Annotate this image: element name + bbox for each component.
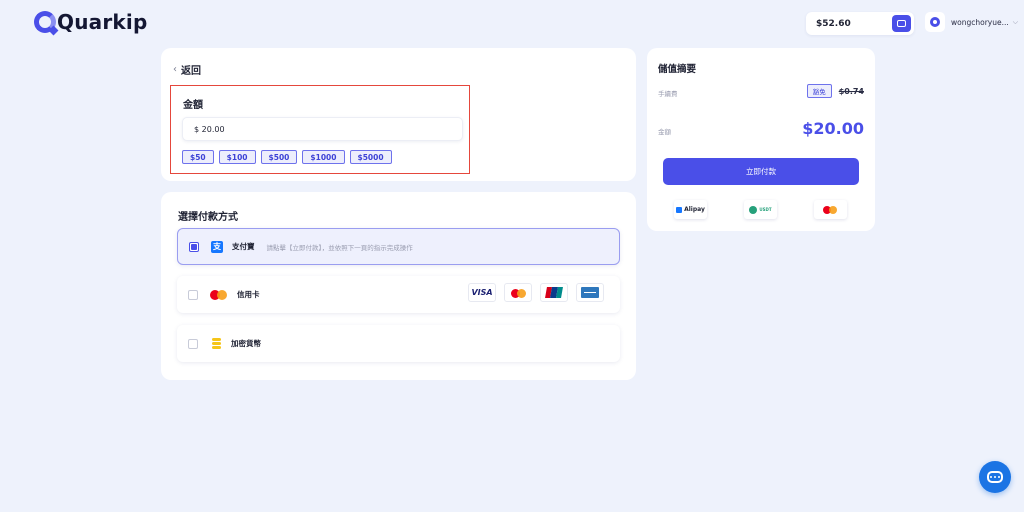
back-link[interactable]: ‹ 返回 bbox=[173, 62, 201, 77]
summary-amount-label: 金額 bbox=[658, 128, 671, 136]
summary-amount-value: $20.00 bbox=[802, 119, 864, 138]
credit-card-checkbox[interactable] bbox=[188, 289, 198, 300]
crypto-checkbox[interactable] bbox=[188, 338, 198, 349]
brand-name: Quarkip bbox=[57, 10, 148, 34]
payment-title: 選擇付款方式 bbox=[178, 212, 238, 223]
alipay-logo-text: Alipay bbox=[684, 206, 705, 213]
amount-card: ‹ 返回 金額 $ 20.00 $50 $100 $500 $1000 $500… bbox=[161, 48, 636, 181]
fee-original-price: $0.74 bbox=[838, 86, 864, 96]
visa-logo-icon: VISA bbox=[468, 283, 496, 302]
user-menu[interactable]: wongchoryue... ⌵ bbox=[925, 12, 1018, 32]
mastercard-logo-icon bbox=[814, 200, 847, 219]
avatar-logo-icon bbox=[930, 17, 940, 27]
wallet-icon bbox=[897, 20, 906, 27]
preset-100-button[interactable]: $100 bbox=[218, 150, 256, 164]
payment-method-logos: Alipay USDT bbox=[674, 200, 847, 219]
preset-1000-button[interactable]: $1000 bbox=[302, 150, 345, 164]
unionpay-logo-icon bbox=[540, 283, 568, 302]
top-up-summary-card: 儲值摘要 手續費 豁免 $0.74 金額 $20.00 立即付款 Alipay … bbox=[647, 48, 875, 231]
checkbox-checked-icon bbox=[191, 243, 197, 250]
amount-section: 金額 $ 20.00 $50 $100 $500 $1000 $5000 bbox=[170, 85, 470, 174]
amount-title: 金額 bbox=[183, 100, 203, 111]
mastercard-icon bbox=[210, 289, 228, 301]
username[interactable]: wongchoryue... bbox=[951, 18, 1009, 27]
alipay-checkbox[interactable] bbox=[189, 241, 199, 252]
back-label: 返回 bbox=[181, 66, 201, 77]
amex-logo-icon bbox=[576, 283, 604, 302]
quarkip-logo-icon bbox=[34, 11, 56, 33]
avatar[interactable] bbox=[925, 12, 945, 32]
usdt-logo-text: USDT bbox=[759, 207, 772, 212]
amount-input[interactable]: $ 20.00 bbox=[182, 117, 463, 141]
fee-waived-badge: 豁免 bbox=[806, 84, 832, 98]
payment-option-credit-card[interactable]: 信用卡 VISA bbox=[177, 276, 620, 313]
preset-50-button[interactable]: $50 bbox=[182, 150, 214, 164]
alipay-logo-icon: Alipay bbox=[674, 200, 707, 219]
usdt-logo-icon: USDT bbox=[744, 200, 777, 219]
credit-card-label: 信用卡 bbox=[237, 290, 260, 299]
summary-title: 儲值摘要 bbox=[658, 64, 697, 75]
payment-option-alipay[interactable]: 支 支付寶 請點擊【立即付款】，並依照下一頁的指示完成操作 bbox=[177, 228, 620, 265]
card-brand-logos: VISA bbox=[468, 283, 604, 302]
wallet-button[interactable] bbox=[892, 15, 911, 32]
alipay-label: 支付寶 bbox=[232, 242, 255, 251]
chevron-left-icon: ‹ bbox=[173, 64, 177, 75]
balance-widget: $52.60 bbox=[806, 12, 914, 35]
alipay-icon: 支 bbox=[211, 240, 223, 253]
payment-option-crypto[interactable]: 加密貨幣 bbox=[177, 325, 620, 362]
payment-method-card: 選擇付款方式 支 支付寶 請點擊【立即付款】，並依照下一頁的指示完成操作 信用卡… bbox=[161, 192, 636, 380]
chat-support-button[interactable] bbox=[979, 461, 1011, 493]
preset-500-button[interactable]: $500 bbox=[260, 150, 298, 164]
coin-stack-icon bbox=[210, 338, 222, 350]
preset-5000-button[interactable]: $5000 bbox=[349, 150, 392, 164]
balance-amount: $52.60 bbox=[816, 18, 851, 29]
fee-label: 手續費 bbox=[658, 90, 678, 98]
mastercard-logo-icon bbox=[504, 283, 532, 302]
brand-logo[interactable]: Quarkip bbox=[34, 10, 147, 34]
pay-now-button[interactable]: 立即付款 bbox=[663, 158, 859, 185]
alipay-description: 請點擊【立即付款】，並依照下一頁的指示完成操作 bbox=[266, 243, 413, 252]
chat-bubble-icon bbox=[987, 471, 1003, 483]
fee-value: 豁免 $0.74 bbox=[806, 84, 864, 98]
chevron-down-icon[interactable]: ⌵ bbox=[1013, 18, 1018, 27]
amount-presets: $50 $100 $500 $1000 $5000 bbox=[182, 150, 392, 164]
crypto-label: 加密貨幣 bbox=[231, 339, 261, 348]
